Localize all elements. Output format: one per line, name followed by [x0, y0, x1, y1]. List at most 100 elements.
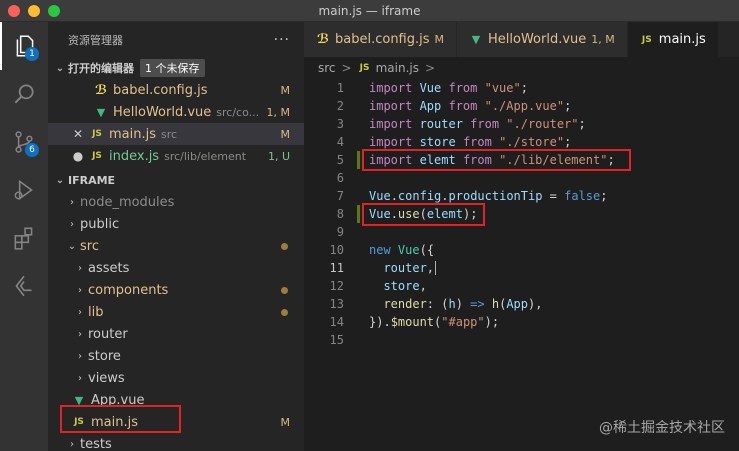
code-token: h	[491, 297, 500, 311]
code-line[interactable]: 1 import Vue from "vue";	[304, 79, 739, 97]
tree-item-store[interactable]: › store	[48, 345, 304, 367]
line-number: 7	[336, 189, 344, 203]
code-token: .	[383, 315, 391, 329]
tab-status: M	[434, 33, 445, 46]
chevron-right-icon: ›	[78, 306, 82, 318]
tree-item-router[interactable]: › router	[48, 323, 304, 345]
tab-label: main.js	[658, 32, 706, 47]
code-text: }).$mount("#app");	[369, 315, 499, 329]
more-actions-icon[interactable]: ···	[274, 32, 290, 48]
vue-icon: ▼	[96, 105, 106, 119]
open-editor-item[interactable]: ● JS index.js src/lib/element 1, U	[48, 145, 304, 167]
explorer-badge: 1	[25, 47, 39, 61]
line-number: 12	[329, 279, 344, 293]
activity-search[interactable]	[0, 70, 48, 118]
code-token: router	[419, 117, 471, 131]
open-editor-item[interactable]: ▼ HelloWorld.vue src/co... 1, M	[48, 101, 304, 123]
open-editor-item[interactable]: ✕ JS main.js src M	[48, 123, 304, 145]
code-token: config	[397, 189, 442, 203]
code-token: App	[506, 297, 529, 311]
activity-remote-explorer[interactable]	[0, 262, 48, 310]
code-text: Vue.config.productionTip = false;	[369, 189, 607, 203]
vue-icon: ▼	[471, 33, 481, 46]
code-line[interactable]: 10 new Vue({	[304, 241, 739, 259]
activity-bar: 1 6	[0, 22, 48, 451]
code-line[interactable]: 12 store,	[304, 277, 739, 295]
breadcrumb-separator: >	[341, 61, 352, 75]
chevron-right-icon: ›	[78, 328, 82, 340]
tree-item-lib[interactable]: › lib	[48, 301, 304, 323]
open-editor-item[interactable]: ℬ babel.config.js M	[48, 79, 304, 101]
sidebar-title: 资源管理器	[68, 33, 123, 47]
extensions-icon	[14, 227, 33, 250]
tree-item-tests[interactable]: › tests	[48, 433, 304, 451]
open-editors-header[interactable]: ⌄ 打开的编辑器 1 个未保存	[48, 57, 304, 79]
js-icon: JS	[92, 151, 102, 161]
folder-name: store	[88, 348, 121, 364]
unsaved-dot-icon[interactable]: ●	[70, 149, 86, 163]
folder-name: assets	[88, 260, 130, 276]
code-line[interactable]: 14}).$mount("#app");	[304, 313, 739, 331]
chevron-right-icon: ›	[78, 372, 82, 384]
code-token: ,	[419, 279, 427, 293]
close-icon[interactable]: ✕	[70, 127, 86, 141]
code-editor[interactable]: 1 import Vue from "vue"; 2 import App from …	[304, 79, 739, 451]
code-token: import	[369, 135, 420, 149]
git-status: 1, M	[266, 105, 290, 119]
activity-source-control[interactable]: 6	[0, 118, 48, 166]
tree-item-views[interactable]: › views	[48, 367, 304, 389]
code-token: import	[369, 81, 420, 95]
line-number: 10	[329, 243, 344, 257]
tab-helloworld[interactable]: ▼ HelloWorld.vue 1, M	[457, 22, 628, 57]
code-token: "./store"	[499, 135, 565, 149]
code-line[interactable]: 6	[304, 169, 739, 187]
tree-item-public[interactable]: › public	[48, 213, 304, 235]
tab-main-js[interactable]: JS main.js	[627, 22, 719, 57]
line-number: 9	[336, 225, 344, 239]
code-token: "./router"	[506, 117, 579, 131]
project-header[interactable]: ⌄ IFRAME	[48, 169, 304, 191]
code-token: )	[455, 297, 471, 311]
activity-explorer[interactable]: 1	[0, 22, 48, 70]
code-line[interactable]: 11 router,​	[304, 259, 739, 277]
chevron-right-icon: ›	[78, 262, 82, 274]
code-line[interactable]: 3 import router from "./router";	[304, 115, 739, 133]
code-token: from	[470, 117, 507, 131]
activity-extensions[interactable]	[0, 214, 48, 262]
line-number: 4	[336, 135, 344, 149]
code-token: store	[369, 279, 420, 293]
modified-dot	[281, 287, 288, 294]
code-line[interactable]: 13 render: (h) => h(App),	[304, 295, 739, 313]
code-token: })	[369, 315, 384, 329]
window-title: main.js — iframe	[318, 4, 421, 18]
file-path: src	[161, 127, 178, 141]
modified-dot	[281, 309, 288, 316]
folder-name: router	[88, 326, 128, 342]
tree-item-components[interactable]: › components	[48, 279, 304, 301]
code-token: "#app"	[441, 315, 485, 329]
code-token: $mount	[390, 315, 435, 329]
code-token: ;	[520, 81, 528, 95]
unsaved-badge: 1 个未保存	[140, 59, 205, 77]
tab-babel-config[interactable]: ℬ babel.config.js M	[304, 22, 458, 57]
code-token: ;	[564, 135, 572, 149]
breadcrumb-folder[interactable]: src	[318, 61, 336, 75]
tree-item-assets[interactable]: › assets	[48, 257, 304, 279]
folder-name: components	[88, 282, 169, 298]
breadcrumb-file[interactable]: main.js	[376, 61, 419, 75]
gutter-modified-marker	[357, 205, 360, 223]
code-token: .	[441, 189, 449, 203]
code-text: import App from "./App.vue";	[369, 99, 571, 113]
code-line[interactable]: 15	[304, 331, 739, 349]
watermark: @稀土掘金技术社区	[599, 420, 725, 436]
tree-item-src[interactable]: ⌄ src	[48, 235, 304, 257]
code-line[interactable]: 2 import App from "./App.vue";	[304, 97, 739, 115]
explorer-sidebar: 资源管理器 ··· ⌄ 打开的编辑器 1 个未保存 ℬ babel.config…	[48, 22, 304, 451]
run-debug-icon	[14, 179, 33, 201]
search-icon	[14, 84, 34, 104]
code-token: =>	[470, 297, 485, 311]
tree-item-node-modules[interactable]: › node_modules	[48, 191, 304, 213]
activity-run-debug[interactable]	[0, 166, 48, 214]
code-token: ),	[528, 297, 543, 311]
breadcrumb: src > JS main.js >	[304, 57, 739, 79]
